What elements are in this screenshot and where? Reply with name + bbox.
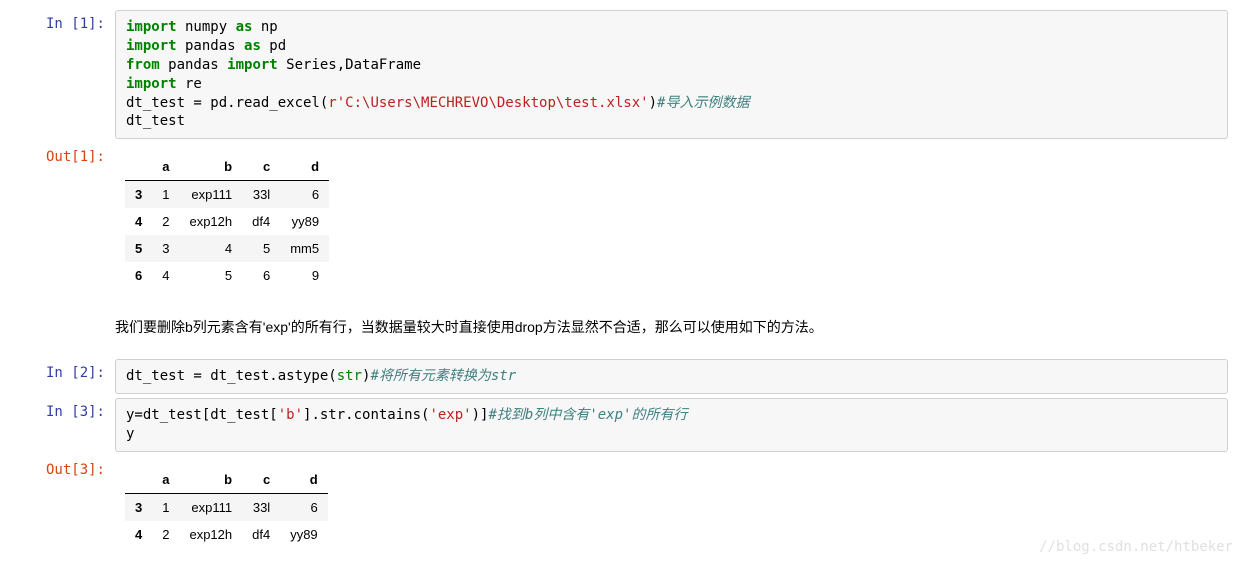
code-cell-2: In [2]: dt_test = dt_test.astype(str)#将所… [20,359,1228,394]
dataframe-1: abcd31exp11133l642exp12hdf4yy895345mm564… [125,153,329,289]
table-header: c [242,153,280,181]
code-cell-3: In [3]: y=dt_test[dt_test['b'].str.conta… [20,398,1228,452]
code-cell-1: In [1]: import numpy as np import pandas… [20,10,1228,139]
table-header: b [179,466,242,494]
code-block-2[interactable]: dt_test = dt_test.astype(str)#将所有元素转换为st… [115,359,1228,394]
table-row: 31exp11133l6 [125,181,329,209]
table-header: c [242,466,280,494]
markdown-paragraph: 我们要删除b列元素含有'exp'的所有行，当数据量较大时直接使用drop方法显然… [20,317,1228,337]
output-cell-1: Out[1]: abcd31exp11133l642exp12hdf4yy895… [20,143,1228,299]
table-header: d [280,153,329,181]
table-row: 42exp12hdf4yy89 [125,208,329,235]
dataframe-3: abcd31exp11133l642exp12hdf4yy89 [125,466,328,548]
in-prompt-2: In [2]: [20,359,115,394]
table-row: 42exp12hdf4yy89 [125,521,328,548]
table-row: 64569 [125,262,329,289]
in-prompt-3: In [3]: [20,398,115,452]
output-block-1: abcd31exp11133l642exp12hdf4yy895345mm564… [115,143,1228,299]
table-header [125,153,152,181]
table-row: 5345mm5 [125,235,329,262]
watermark: //blog.csdn.net/htbeker [1039,539,1233,555]
code-block-3[interactable]: y=dt_test[dt_test['b'].str.contains('exp… [115,398,1228,452]
table-header: a [152,153,179,181]
table-header: d [280,466,327,494]
table-header [125,466,152,494]
table-row: 31exp11133l6 [125,494,328,522]
in-prompt-1: In [1]: [20,10,115,139]
table-header: b [179,153,242,181]
out-prompt-3: Out[3]: [20,456,115,558]
table-header: a [152,466,179,494]
code-block-1[interactable]: import numpy as np import pandas as pd f… [115,10,1228,139]
out-prompt-1: Out[1]: [20,143,115,299]
